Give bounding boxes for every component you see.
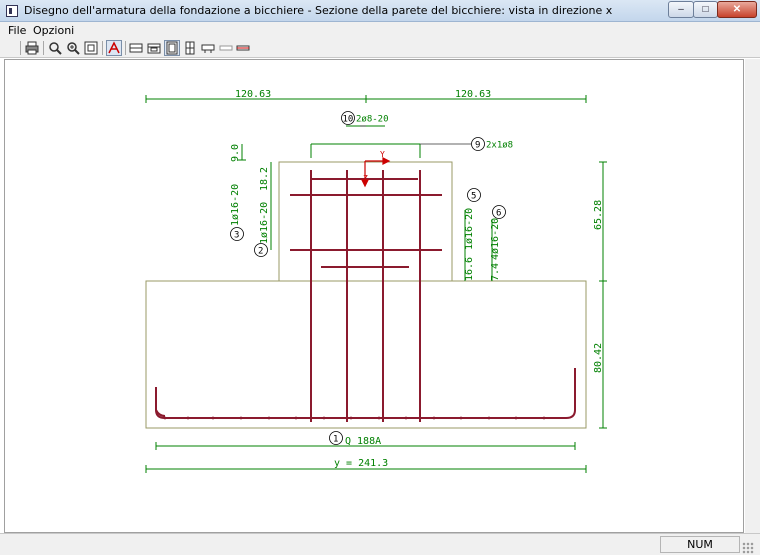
y-axis-label: Y — [380, 150, 385, 159]
callout-1-number: 1 — [333, 435, 338, 445]
concrete-outline — [145, 161, 587, 429]
rebar-drawing: Y Z 120.63 120.63 65.28 80.42 y = 241.3 … — [145, 89, 607, 473]
view-section-icon[interactable] — [164, 40, 180, 56]
toolbar-separator — [125, 41, 126, 55]
zoom-window-icon[interactable] — [83, 40, 99, 56]
callout-10-number: 10 — [343, 115, 354, 125]
toolbar-separator — [20, 41, 21, 55]
close-button[interactable]: ✕ — [717, 1, 757, 18]
menu-file[interactable]: File — [8, 24, 26, 37]
foundation-outline — [145, 280, 587, 429]
print-icon[interactable] — [24, 40, 40, 56]
dim-top-left: 120.63 — [235, 89, 271, 100]
menu-opzioni[interactable]: Opzioni — [33, 24, 74, 37]
callout-6-number: 6 — [496, 209, 501, 219]
callout-9-number: 9 — [475, 141, 480, 151]
callout-5-number: 5 — [471, 192, 476, 202]
dim-left-d: 1ø16-20 — [259, 202, 270, 244]
toolbar — [0, 38, 760, 58]
dim-right-upper: 65.28 — [593, 200, 604, 230]
dim-top-right: 120.63 — [455, 89, 491, 100]
callout-6: 6 — [492, 205, 506, 219]
window-title: Disegno dell'armatura della fondazione a… — [24, 4, 613, 17]
callout-3: 3 — [230, 227, 244, 241]
drawing-canvas[interactable]: Y Z 120.63 120.63 65.28 80.42 y = 241.3 … — [4, 59, 744, 533]
dim-left-c: 18.2 — [259, 167, 270, 191]
title-bar: Disegno dell'armatura della fondazione a… — [0, 0, 760, 22]
num-lock-indicator: NUM — [660, 536, 740, 553]
rebars — [155, 170, 576, 422]
callout-2: 2 — [254, 243, 268, 257]
view-bar-icon[interactable] — [182, 40, 198, 56]
view-plan-icon[interactable] — [200, 40, 216, 56]
dimension-lines — [145, 95, 607, 473]
minimize-button[interactable]: – — [668, 1, 694, 18]
menu-bar: File Opzioni — [0, 22, 760, 38]
resize-grip[interactable] — [742, 542, 754, 554]
dim-right-b: 1ø16-20 — [464, 208, 475, 250]
callout-3-number: 3 — [234, 231, 239, 241]
view-edge-icon[interactable] — [218, 40, 234, 56]
callout-2-number: 2 — [258, 247, 263, 257]
callout-1: 1 Q 188A — [329, 431, 381, 447]
view-front-icon[interactable] — [128, 40, 144, 56]
callout-10-label: 2ø8-20 — [356, 115, 389, 125]
maximize-button[interactable]: □ — [693, 1, 718, 18]
view-flat-icon[interactable] — [235, 40, 251, 56]
zoom-icon[interactable] — [47, 40, 63, 56]
z-axis-label: Z — [363, 174, 368, 183]
dim-bottom-total: y = 241.3 — [334, 458, 388, 469]
dim-right-c: 7.4 — [490, 263, 501, 281]
toolbar-separator — [43, 41, 44, 55]
dim-right-d: 4ø16-20 — [490, 218, 501, 260]
app-icon — [6, 5, 18, 17]
callout-leaders — [360, 125, 471, 145]
callout-9: 9 2x1ø8 — [471, 137, 513, 151]
callout-10: 10 2ø8-20 — [341, 111, 389, 125]
vertical-scrollbar[interactable] — [745, 59, 760, 533]
pdf-icon[interactable] — [106, 40, 122, 56]
callout-1-label: Q 188A — [345, 436, 381, 447]
callout-9-label: 2x1ø8 — [486, 141, 513, 151]
view-side-icon[interactable] — [146, 40, 162, 56]
status-bar: NUM — [0, 533, 760, 555]
dim-right-a: 16.6 — [464, 257, 475, 281]
dim-right-lower: 80.42 — [593, 343, 604, 373]
toolbar-separator — [102, 41, 103, 55]
zoom-extents-icon[interactable] — [65, 40, 81, 56]
dim-left-b: 1ø16-20 — [230, 184, 241, 226]
callout-5: 5 — [467, 188, 481, 202]
dim-left-a: 9.0 — [230, 144, 241, 162]
